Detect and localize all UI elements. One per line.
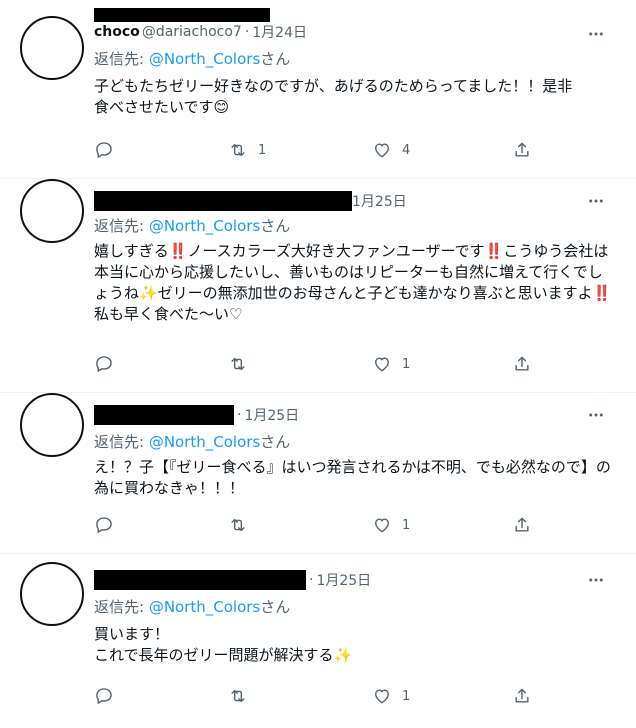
reply-to-suffix: さん [260, 598, 291, 616]
avatar[interactable] [20, 562, 84, 626]
reply-to-line: 返信先: @North_Colorsさん [94, 215, 290, 236]
separator-dot: · [244, 24, 250, 40]
tweet[interactable]: · 1月25日 返信先: @North_Colorsさん 買います！ これで長年… [0, 554, 636, 728]
more-options-button[interactable] [586, 570, 606, 590]
reply-to-line: 返信先: @North_Colorsさん [94, 431, 290, 452]
tweet-timestamp[interactable]: 1月24日 [252, 22, 307, 42]
like-button[interactable]: 4 [372, 140, 412, 160]
share-button[interactable] [512, 686, 532, 706]
tweet-header: choco @dariachoco7 · 1月24日 [94, 8, 307, 42]
separator-dot: · [309, 572, 314, 588]
avatar[interactable] [20, 393, 84, 457]
more-options-button[interactable] [586, 405, 606, 425]
reply-icon [96, 688, 112, 704]
tweet-text: 子どもたちゼリー好きなのですが、あげるのためらってました！！是非食べさせたいです… [94, 77, 573, 116]
heart-icon [375, 689, 389, 704]
separator-dot: · [237, 407, 242, 423]
more-options-button[interactable] [586, 24, 606, 44]
like-button[interactable]: 1 [372, 686, 412, 706]
share-button[interactable] [512, 354, 532, 374]
tweet-actions: 1 [94, 513, 544, 537]
user-handle[interactable]: @dariachoco7 [142, 24, 242, 40]
retweet-button[interactable]: 1 [228, 140, 268, 160]
tweet-text: 買います！ これで長年のゼリー問題が解決する✨ [94, 625, 353, 664]
avatar[interactable] [20, 179, 84, 243]
reply-button[interactable] [94, 354, 114, 374]
reply-button[interactable] [94, 140, 114, 160]
tweet-timestamp[interactable]: 1月25日 [316, 570, 371, 590]
tweet-text: え！？子【『ゼリー食べる』はいつ発言されるかは不明、でも必然なので】の為に買わな… [94, 458, 611, 497]
reply-mention-link[interactable]: @North_Colors [149, 598, 260, 616]
reply-icon [96, 517, 112, 533]
tweet-header: · 1月25日 [94, 570, 371, 590]
like-button[interactable]: 1 [372, 515, 412, 535]
like-button[interactable]: 1 [372, 354, 412, 374]
retweet-icon [231, 357, 245, 371]
tweet[interactable]: · 1月25日 返信先: @North_Colorsさん え！？子【『ゼリー食べ… [0, 393, 636, 553]
reply-mention-link[interactable]: @North_Colors [149, 217, 260, 235]
reply-mention-link[interactable]: @North_Colors [149, 433, 260, 451]
share-button[interactable] [512, 515, 532, 535]
reply-to-suffix: さん [260, 433, 291, 451]
reply-icon [96, 356, 112, 372]
more-icon [589, 413, 603, 417]
like-count: 1 [402, 517, 411, 533]
reply-to-prefix: 返信先: [94, 598, 149, 616]
tweet-actions: 1 [94, 352, 544, 376]
retweet-icon [231, 143, 245, 157]
tweet-text: 嬉しすぎる‼️ノースカラーズ大好き大ファンユーザーです‼️こうゆう会社は本当に心… [94, 242, 612, 323]
more-icon [589, 578, 603, 582]
redaction-block [94, 8, 270, 22]
redaction-block [94, 405, 234, 425]
tweet-timestamp[interactable]: 1月25日 [244, 405, 299, 425]
reply-button[interactable] [94, 515, 114, 535]
reply-to-suffix: さん [260, 217, 291, 235]
more-icon [589, 199, 603, 203]
reply-to-suffix: さん [260, 50, 291, 68]
share-icon [515, 688, 529, 703]
share-icon [515, 142, 529, 157]
like-count: 4 [402, 142, 411, 158]
reply-to-line: 返信先: @North_Colorsさん [94, 48, 290, 69]
tweet-header: 1月25日 [94, 191, 407, 211]
display-name[interactable]: choco [94, 24, 140, 40]
tweet-actions: 1 4 [94, 138, 544, 162]
share-button[interactable] [512, 140, 532, 160]
share-icon [515, 356, 529, 371]
heart-icon [375, 357, 389, 372]
reply-button[interactable] [94, 686, 114, 706]
tweet-header: · 1月25日 [94, 405, 299, 425]
reply-mention-link[interactable]: @North_Colors [149, 50, 260, 68]
redaction-block [94, 570, 306, 590]
tweet[interactable]: 1月25日 返信先: @North_Colorsさん 嬉しすぎる‼️ノースカラー… [0, 179, 636, 395]
redaction-block [94, 191, 352, 211]
tweet-actions: 1 [94, 684, 544, 708]
more-icon [589, 32, 603, 36]
retweet-button[interactable] [228, 354, 268, 374]
reply-to-prefix: 返信先: [94, 217, 149, 235]
tweet[interactable]: choco @dariachoco7 · 1月24日 返信先: @North_C… [0, 0, 636, 178]
retweet-button[interactable] [228, 515, 268, 535]
avatar[interactable] [20, 16, 84, 80]
reply-to-line: 返信先: @North_Colorsさん [94, 596, 290, 617]
heart-icon [375, 143, 389, 158]
heart-icon [375, 518, 389, 533]
retweet-icon [231, 518, 245, 532]
reply-icon [96, 142, 112, 158]
reply-to-prefix: 返信先: [94, 433, 149, 451]
tweet-timestamp[interactable]: 1月25日 [352, 191, 407, 211]
more-options-button[interactable] [586, 191, 606, 211]
retweet-count: 1 [258, 142, 267, 158]
retweet-icon [231, 689, 245, 703]
reply-to-prefix: 返信先: [94, 50, 149, 68]
like-count: 1 [402, 356, 411, 372]
share-icon [515, 517, 529, 532]
retweet-button[interactable] [228, 686, 268, 706]
like-count: 1 [402, 688, 411, 704]
